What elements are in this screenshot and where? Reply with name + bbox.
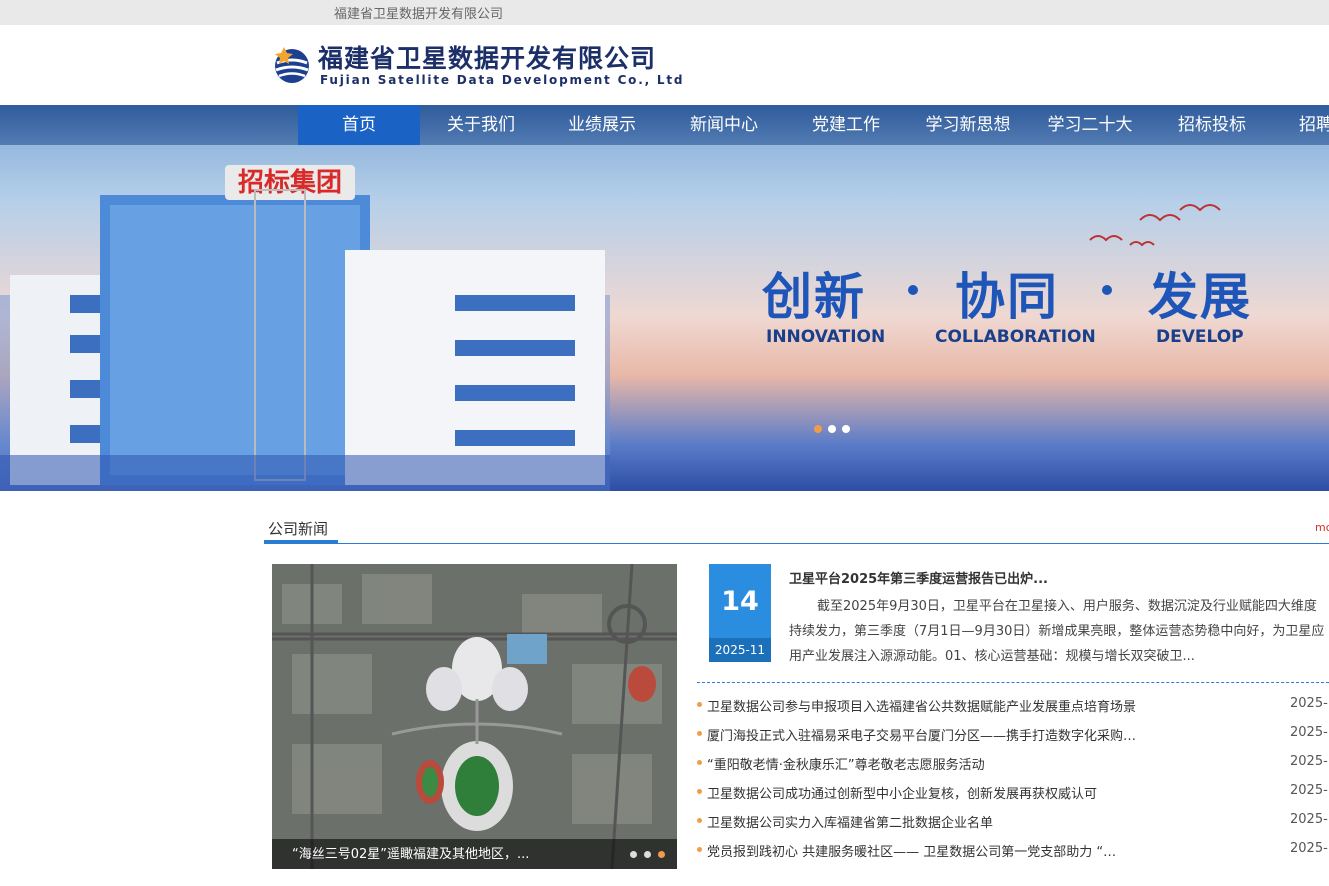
featured-date-box: 14 2025-11 xyxy=(709,564,771,662)
news-list-item-date: 2025-1 xyxy=(1290,841,1329,856)
bullet-icon xyxy=(697,818,702,823)
nav-item-study-20th[interactable]: 学习二十大 xyxy=(1029,105,1151,145)
bullet-icon xyxy=(697,760,702,765)
hero-banner[interactable]: 招标集团 首页 关于我们 业绩展示 新闻中心 党建工作 学习新思想 学习二十大 … xyxy=(0,105,1329,491)
nav-item-party[interactable]: 党建工作 xyxy=(785,105,907,145)
featured-date-year-month: 2025-11 xyxy=(709,638,771,662)
news-list-item[interactable]: 卫星数据公司成功通过创新型中小企业复核，创新发展再获权威认可 2025-1 xyxy=(697,779,1329,808)
nav-item-recruit[interactable]: 招聘 xyxy=(1273,105,1329,145)
top-bar-company-name: 福建省卫星数据开发有限公司 xyxy=(334,7,504,22)
slogan-innovation: 创新 xyxy=(762,268,866,326)
news-list-item-date: 2025-1 xyxy=(1290,725,1329,740)
bullet-icon xyxy=(697,702,702,707)
slogan-develop-en: DEVELOP xyxy=(1156,327,1244,347)
featured-news-summary: 截至2025年9月30日，卫星平台在卫星接入、用户服务、数据沉淀及行业赋能四大维… xyxy=(789,599,1325,664)
nav-item-achievements[interactable]: 业绩展示 xyxy=(541,105,663,145)
news-list-item-date: 2025-1 xyxy=(1290,812,1329,827)
logo-chinese-name[interactable]: 福建省卫星数据开发有限公司 xyxy=(318,39,656,75)
bullet-icon xyxy=(697,789,702,794)
banner-slide-dot-2[interactable] xyxy=(828,425,836,433)
news-list-item-title[interactable]: “重阳敬老情·金秋康乐汇”尊老敬老志愿服务活动 xyxy=(707,754,1177,773)
photo-slide-dot-3[interactable] xyxy=(658,851,665,858)
site-header: 福建省卫星数据开发有限公司 Fujian Satellite Data Deve… xyxy=(0,25,1329,105)
news-list-item[interactable]: 厦门海投正式入驻福易采电子交易平台厦门分区——携手打造数字化采购… 2025-1 xyxy=(697,721,1329,750)
nav-item-news[interactable]: 新闻中心 xyxy=(663,105,785,145)
bullet-icon xyxy=(697,731,702,736)
slogan-develop: 发展 xyxy=(1148,268,1252,326)
satellite-globe-logo-icon[interactable] xyxy=(271,43,313,85)
slogan-innovation-en: INNOVATION xyxy=(766,327,886,347)
more-link[interactable]: mo xyxy=(1315,521,1329,534)
satellite-image xyxy=(272,564,677,869)
birds-decoration xyxy=(1089,204,1221,247)
nav-item-home[interactable]: 首页 xyxy=(298,105,420,145)
section-divider xyxy=(264,543,1329,544)
svg-text:招标集团: 招标集团 xyxy=(238,167,342,198)
slogan-collaboration-en: COLLABORATION xyxy=(935,327,1096,347)
banner-slide-dot-3[interactable] xyxy=(842,425,850,433)
photo-slide-dot-2[interactable] xyxy=(644,851,651,858)
news-list-item[interactable]: 卫星数据公司参与申报项目入选福建省公共数据赋能产业发展重点培育场景 2025-1 xyxy=(697,692,1329,721)
nav-item-study-thought[interactable]: 学习新思想 xyxy=(907,105,1029,145)
main-nav: 首页 关于我们 业绩展示 新闻中心 党建工作 学习新思想 学习二十大 招标投标 … xyxy=(0,105,1329,145)
news-list-item-title[interactable]: 卫星数据公司成功通过创新型中小企业复核，创新发展再获权威认可 xyxy=(707,783,1177,802)
news-list-item-title[interactable]: 党员报到践初心 共建服务暖社区—— 卫星数据公司第一党支部助力 “… xyxy=(707,841,1177,860)
office-building-illustration: 招标集团 xyxy=(0,165,610,491)
news-list-item-date: 2025-1 xyxy=(1290,783,1329,798)
slogan-separator xyxy=(908,285,918,295)
photo-caption[interactable]: “海丝三号02星”遥瞰福建及其他地区，... xyxy=(292,843,529,862)
news-list-item[interactable]: 卫星数据公司实力入库福建省第二批数据企业名单 2025-1 xyxy=(697,808,1329,837)
news-list-item-date: 2025-1 xyxy=(1290,754,1329,769)
top-bar: 福建省卫星数据开发有限公司 xyxy=(0,0,1329,25)
bullet-icon xyxy=(697,847,702,852)
photo-slide-dot-1[interactable] xyxy=(630,851,637,858)
slogan-separator xyxy=(1102,285,1112,295)
logo-english-name[interactable]: Fujian Satellite Data Development Co., L… xyxy=(320,73,684,87)
news-list-item-date: 2025-1 xyxy=(1290,696,1329,711)
news-list-item-title[interactable]: 卫星数据公司实力入库福建省第二批数据企业名单 xyxy=(707,812,1177,831)
news-list-item-title[interactable]: 厦门海投正式入驻福易采电子交易平台厦门分区——携手打造数字化采购… xyxy=(707,725,1177,744)
slogan-collaboration: 协同 xyxy=(955,268,1059,326)
news-photo-slider[interactable]: “海丝三号02星”遥瞰福建及其他地区，... xyxy=(272,564,677,869)
nav-item-about[interactable]: 关于我们 xyxy=(420,105,542,145)
news-list-divider xyxy=(697,682,1329,683)
news-list-item-title[interactable]: 卫星数据公司参与申报项目入选福建省公共数据赋能产业发展重点培育场景 xyxy=(707,696,1177,715)
news-list-item[interactable]: “重阳敬老情·金秋康乐汇”尊老敬老志愿服务活动 2025-1 xyxy=(697,750,1329,779)
section-title-company-news: 公司新闻 xyxy=(268,520,329,538)
featured-news-title[interactable]: 卫星平台2025年第三季度运营报告已出炉... xyxy=(789,568,1048,587)
nav-item-bidding[interactable]: 招标投标 xyxy=(1151,105,1273,145)
banner-slide-dot-1[interactable] xyxy=(814,425,822,433)
featured-date-day: 14 xyxy=(721,586,759,617)
news-list-item[interactable]: 党员报到践初心 共建服务暖社区—— 卫星数据公司第一党支部助力 “… 2025-… xyxy=(697,837,1329,866)
